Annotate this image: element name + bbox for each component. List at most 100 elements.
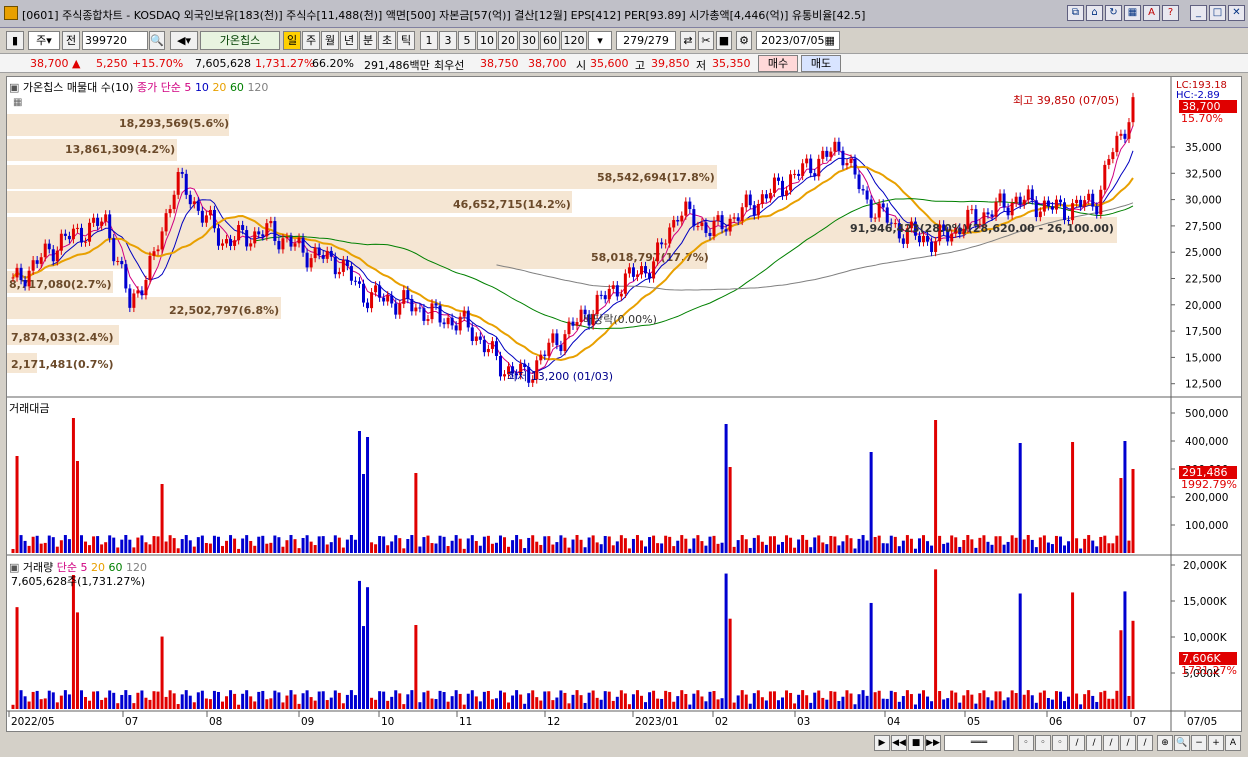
candle-body — [849, 158, 853, 164]
candle-body — [837, 141, 841, 151]
period-tick[interactable]: 틱 — [397, 31, 415, 50]
candle-body — [55, 250, 59, 262]
draw-tool-4-icon[interactable]: / — [1069, 735, 1085, 751]
period-year[interactable]: 년 — [340, 31, 358, 50]
indicator-button[interactable]: 가온칩스 — [200, 31, 280, 50]
volume-bar — [797, 694, 801, 709]
buy-button[interactable]: 매수 — [758, 55, 798, 72]
candle-body — [930, 241, 934, 252]
draw-tool-5-icon[interactable]: / — [1086, 735, 1102, 751]
interval-60[interactable]: 60 — [540, 31, 560, 50]
date-value: 2023/07/05 — [761, 34, 825, 47]
amount-bar — [756, 535, 760, 553]
zoom-out-icon[interactable]: − — [1191, 735, 1207, 751]
save-icon[interactable]: ■ — [716, 31, 732, 50]
sell-button[interactable]: 매도 — [801, 55, 841, 72]
count-field[interactable]: 279/279 — [616, 31, 676, 50]
scissors-icon[interactable]: ✂ — [698, 31, 714, 50]
volume-bar — [23, 696, 27, 709]
speaker-icon[interactable]: ◀▾ — [170, 31, 198, 50]
minimize-button[interactable]: _ — [1190, 5, 1207, 21]
amount-bar — [454, 535, 458, 553]
next-icon[interactable]: ▶▶ — [925, 735, 941, 751]
refresh-icon[interactable]: ↻ — [1105, 5, 1122, 21]
amount-bar — [1079, 548, 1083, 553]
font-icon[interactable]: A — [1143, 5, 1160, 21]
candle-body — [845, 163, 849, 166]
draw-tool-8-icon[interactable]: / — [1137, 735, 1153, 751]
zoom-plus-icon[interactable]: + — [1208, 735, 1224, 751]
draw-tool-3-icon[interactable]: ◦ — [1052, 735, 1068, 751]
stop-icon[interactable]: ■ — [908, 735, 924, 751]
candle-body — [998, 193, 1002, 202]
period-month[interactable]: 월 — [321, 31, 339, 50]
candle-body — [160, 231, 164, 250]
amount-bar — [164, 541, 168, 553]
volume-bar — [216, 691, 220, 709]
period-day[interactable]: 일 — [283, 31, 301, 50]
interval-30[interactable]: 30 — [519, 31, 539, 50]
code-input[interactable]: 399720 — [82, 31, 148, 50]
chart-area[interactable]: 18,293,569(5.6%) 13,861,309(4.2%) 58,542,6… — [6, 76, 1242, 732]
draw-tool-1-icon[interactable]: ◦ — [1018, 735, 1034, 751]
amount-bar — [406, 539, 410, 553]
help-icon[interactable]: ? — [1162, 5, 1179, 21]
period-minute[interactable]: 분 — [359, 31, 377, 50]
volume-bar — [1115, 690, 1119, 709]
volume-bar — [889, 690, 893, 709]
candle-body — [656, 242, 660, 262]
chart-type-icon[interactable]: ▮ — [6, 31, 24, 50]
amount-bar — [148, 544, 152, 553]
draw-tool-7-icon[interactable]: / — [1120, 735, 1136, 751]
candle-body — [454, 325, 458, 331]
amount-bar — [71, 418, 75, 553]
volume-bar — [229, 690, 233, 709]
grid-toggle-icon[interactable]: ▦ — [13, 97, 23, 108]
candle-body — [623, 273, 627, 294]
arrows-icon[interactable]: ⇄ — [680, 31, 696, 50]
interval-120[interactable]: 120 — [561, 31, 587, 50]
candle-body — [269, 221, 273, 224]
play-icon[interactable]: ▶ — [874, 735, 890, 751]
settings-icon[interactable]: ⚙ — [736, 31, 752, 50]
draw-tool-6-icon[interactable]: / — [1103, 735, 1119, 751]
interval-5[interactable]: 5 — [458, 31, 476, 50]
prev-icon[interactable]: ◀◀ — [891, 735, 907, 751]
home-icon[interactable]: ⌂ — [1086, 5, 1103, 21]
maximize-button[interactable]: □ — [1209, 5, 1226, 21]
interval-3[interactable]: 3 — [439, 31, 457, 50]
interval-1[interactable]: 1 — [420, 31, 438, 50]
amount-bar — [776, 544, 780, 553]
type-select[interactable]: 전 — [62, 31, 80, 50]
zoom-slider[interactable]: ═══ — [944, 735, 1014, 751]
interval-20[interactable]: 20 — [498, 31, 518, 50]
volume-bar — [728, 618, 732, 709]
zoom-in-icon[interactable]: 🔍 — [1174, 735, 1190, 751]
candle-body — [172, 194, 176, 210]
period-second[interactable]: 초 — [378, 31, 396, 50]
y-tick-label: 22,500 — [1185, 274, 1222, 286]
close-button[interactable]: ✕ — [1228, 5, 1245, 21]
settings-small-icon[interactable]: ▣ — [9, 81, 19, 94]
interval-custom-select[interactable]: ▾ — [588, 31, 612, 50]
volume-bar — [531, 690, 535, 709]
market-select[interactable]: 주▾ — [28, 31, 60, 50]
calendar-icon[interactable]: ▦ — [825, 34, 835, 47]
volume-bar — [1131, 620, 1135, 709]
amount-bar — [470, 535, 474, 553]
period-week[interactable]: 주 — [302, 31, 320, 50]
table-icon[interactable]: ▦ — [1124, 5, 1141, 21]
search-icon[interactable]: 🔍 — [149, 31, 165, 50]
amount-bar — [160, 484, 164, 553]
text-tool-icon[interactable]: A — [1225, 735, 1241, 751]
date-field[interactable]: 2023/07/05▦ — [756, 31, 840, 50]
draw-tool-9-icon[interactable]: ⊕ — [1157, 735, 1173, 751]
volume-bar — [293, 694, 297, 709]
volume-bar — [305, 690, 309, 709]
interval-10[interactable]: 10 — [477, 31, 497, 50]
link-icon[interactable]: ⧉ — [1067, 5, 1084, 21]
draw-tool-2-icon[interactable]: ◦ — [1035, 735, 1051, 751]
candle-body — [293, 243, 297, 247]
amount-bar — [446, 546, 450, 553]
amount-bar — [116, 547, 120, 553]
